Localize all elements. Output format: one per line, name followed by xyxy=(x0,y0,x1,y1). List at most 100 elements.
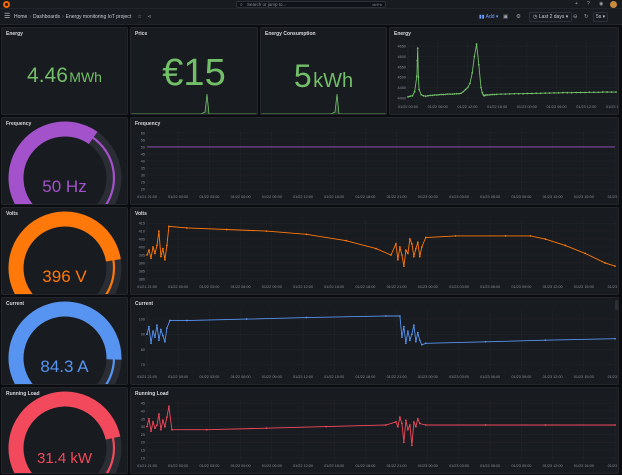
data-point xyxy=(427,94,429,97)
data-point xyxy=(385,424,387,426)
data-point xyxy=(403,441,405,444)
energy-chart: 4400 4450 4500 4550 4600 4650 01/22 00:00 01/22… xyxy=(398,42,618,109)
y-tick-label: 25 xyxy=(141,433,145,437)
x-tick-label: 01/23 00:00 xyxy=(418,464,438,468)
current-gauge-value: 84.3 A xyxy=(40,357,89,376)
energy-stat-panel[interactable]: Energy 4.46 MWh xyxy=(1,27,128,115)
volts-chart-panel[interactable]: Volts 415 410 405 400 395 390 385 380 01/21 21:0… xyxy=(130,207,619,295)
x-tick-label: 01/22 09:00 xyxy=(262,285,282,289)
data-point xyxy=(517,92,520,95)
save-icon[interactable]: ▣ xyxy=(503,13,508,21)
y-tick-label: 4450 xyxy=(398,86,406,90)
data-point xyxy=(403,325,405,328)
plus-icon[interactable]: + xyxy=(575,1,578,8)
energy-chart-panel[interactable]: Energy 4400 4450 4500 4550 4600 4650 01/22 00:… xyxy=(389,27,619,115)
data-point xyxy=(417,76,420,79)
x-tick-label: 01/22 18:00 xyxy=(355,195,375,199)
x-tick-label: 01/22 06:00 xyxy=(231,464,251,468)
zoom-out-icon[interactable]: ⊖ xyxy=(573,13,578,21)
data-point xyxy=(415,75,418,78)
avatar[interactable] xyxy=(610,1,617,8)
data-point xyxy=(407,95,409,98)
panel-scrollbar[interactable] xyxy=(615,300,618,310)
x-tick-label: 01/23 00:00 xyxy=(418,375,438,379)
data-point xyxy=(444,93,447,96)
x-tick-label: 01/22 15:00 xyxy=(324,375,344,379)
data-point xyxy=(614,337,616,340)
data-point xyxy=(504,234,507,237)
time-range-picker[interactable]: ◷ Last 2 days ▾ xyxy=(529,12,573,22)
volts-gauge-panel[interactable]: Volts 396 V xyxy=(1,207,128,295)
y-tick-label: 30 xyxy=(141,425,145,429)
data-point xyxy=(265,230,268,233)
breadcrumb-home[interactable]: Home xyxy=(14,14,27,20)
data-point xyxy=(531,92,533,95)
x-tick-label: 01/23 18 xyxy=(608,375,619,379)
current-chart-panel[interactable]: Current 100 90 80 70 01/21 21:00 01/22 00:00 0… xyxy=(130,297,619,385)
data-point xyxy=(522,92,524,95)
consumption-stat-value: 5 kWh xyxy=(293,58,354,94)
data-point xyxy=(453,93,456,95)
data-point xyxy=(561,91,564,94)
refresh-interval-picker[interactable]: 5s ▾ xyxy=(593,12,609,22)
x-tick-label: 01/21 21:00 xyxy=(137,195,157,199)
data-point xyxy=(154,252,156,255)
data-point xyxy=(548,92,551,95)
x-tick-label: 01/23 12:00 xyxy=(543,285,563,289)
x-tick-label: 01/23 06:00 xyxy=(547,105,567,109)
data-point xyxy=(416,331,419,334)
data-point xyxy=(442,93,445,96)
data-point xyxy=(469,82,471,85)
data-point xyxy=(305,316,308,319)
breadcrumb-dashboard-title[interactable]: Energy monitoring IoT project xyxy=(66,14,132,20)
frequency-chart-panel[interactable]: Frequency 60 55 50 45 40 35 30 25 20 01/21 21:00 0… xyxy=(130,117,619,205)
add-button[interactable]: ▮▮ Add ▾ xyxy=(479,13,498,21)
refresh-icon[interactable]: ↻ xyxy=(584,13,589,21)
x-tick-label: 01/23 00:00 xyxy=(418,195,438,199)
data-point xyxy=(424,95,427,98)
data-point xyxy=(166,327,168,330)
data-point xyxy=(480,86,482,89)
current-chart: 100 90 80 70 01/21 21:00 01/22 00:00 01/22 03:… xyxy=(137,310,619,379)
data-point xyxy=(424,424,427,426)
star-icon[interactable]: ☆ xyxy=(133,14,142,20)
data-point xyxy=(401,254,403,256)
data-point xyxy=(406,252,409,255)
data-point xyxy=(544,238,547,240)
add-icon: ▮▮ xyxy=(479,14,486,20)
running-load-chart-panel[interactable]: Running Load 45 40 35 30 25 20 15 10 01/21 21:00… xyxy=(130,387,619,474)
x-tick-label: 01/22 18:00 xyxy=(355,464,375,468)
data-point xyxy=(390,254,392,256)
data-point xyxy=(491,93,493,96)
data-point xyxy=(615,91,617,93)
rss-icon[interactable]: ◉ xyxy=(599,1,603,8)
data-point xyxy=(152,330,154,333)
data-point xyxy=(464,88,467,91)
data-point xyxy=(158,230,160,233)
menu-icon[interactable]: ☰ xyxy=(4,13,10,21)
settings-icon[interactable]: ⚙ xyxy=(516,13,521,21)
running-load-gauge-panel[interactable]: Running Load 31.4 kW xyxy=(1,387,128,474)
series-line xyxy=(146,406,615,446)
search-shortcut: ctrl+k xyxy=(372,2,382,7)
help-icon[interactable]: ? xyxy=(587,1,590,8)
data-point xyxy=(614,424,616,426)
data-point xyxy=(508,93,511,95)
x-tick-label: 01/23 03:00 xyxy=(449,195,469,199)
energy-consumption-stat-panel[interactable]: Energy Consumption 5 kWh xyxy=(260,27,387,115)
y-tick-label: 4400 xyxy=(398,96,406,100)
share-icon[interactable]: ⋖ xyxy=(143,14,151,20)
current-gauge-panel[interactable]: Current 84.3 A xyxy=(1,297,128,385)
frequency-gauge-panel[interactable]: Frequency 50 Hz xyxy=(1,117,128,205)
grafana-logo-icon[interactable] xyxy=(3,1,10,8)
breadcrumb-dashboards[interactable]: Dashboards xyxy=(33,14,60,20)
data-point xyxy=(164,258,166,261)
data-point xyxy=(604,262,606,264)
data-point xyxy=(166,244,168,247)
search-box[interactable]: ⌕ Search or jump to... ctrl+k xyxy=(236,1,386,8)
data-point xyxy=(156,244,158,247)
data-point xyxy=(460,92,463,95)
data-point xyxy=(166,416,168,419)
price-stat-panel[interactable]: Price €15 xyxy=(130,27,258,115)
data-point xyxy=(610,91,613,93)
